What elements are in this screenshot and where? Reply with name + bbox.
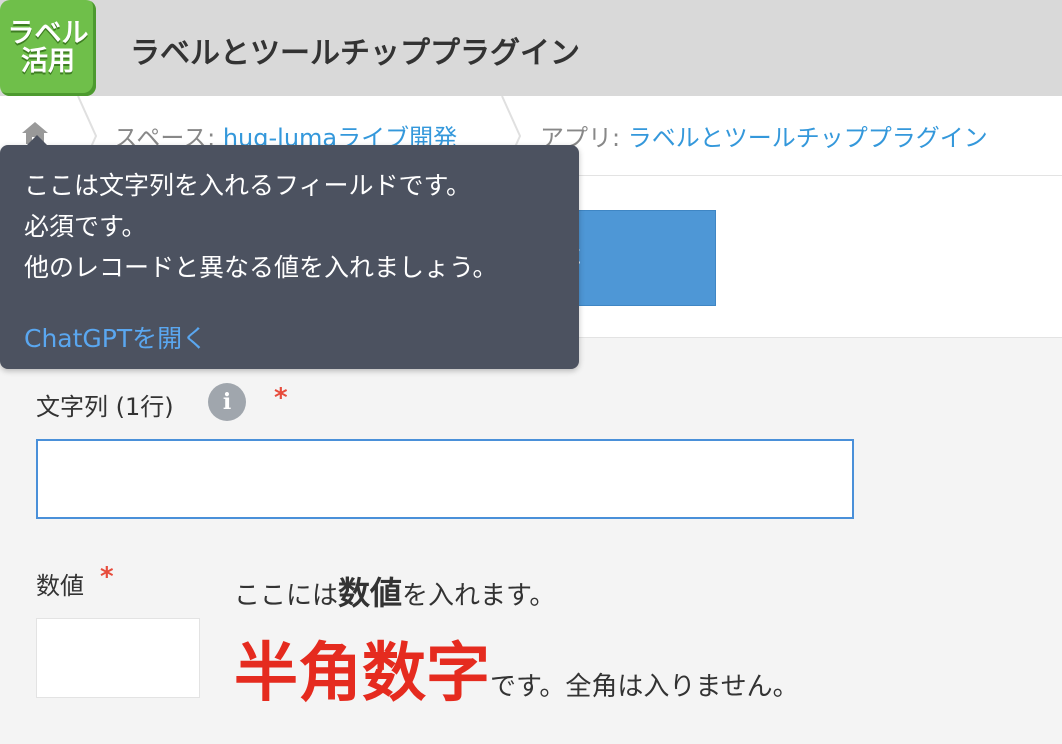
tooltip-line: 必須です。 [24,212,147,241]
number-field-note: 半角数字です。全角は入りません。 [234,622,799,714]
tooltip-line: 他のレコードと異なる値を入れましょう。 [24,253,498,282]
field-tooltip: ここは文字列を入れるフィールドです。 必須です。 他のレコードと異なる値を入れま… [0,135,579,369]
number-field-input[interactable] [36,618,200,698]
app-root: ラベル 活用 ラベルとツールチッププラグイン スペース: hug-lumaライブ… [0,0,1062,744]
note-emphasis: 半角数字 [234,637,490,711]
app-title: ラベルとツールチッププラグイン [130,36,580,71]
text-field-label-text: 文字列 (1行) [36,393,174,421]
breadcrumb-app-link[interactable]: ラベルとツールチッププラグイン [628,124,988,152]
tooltip-arrow [27,135,47,145]
desc-bold: 数値 [338,574,403,612]
breadcrumb-app: アプリ: ラベルとツールチッププラグイン [540,118,988,153]
app-header: ラベル 活用 ラベルとツールチッププラグイン [0,0,1062,96]
app-icon-line2: 活用 [21,46,75,77]
text-field-input[interactable] [36,439,854,519]
app-icon: ラベル 活用 [0,0,96,96]
note-suffix: です。全角は入りません。 [490,672,799,702]
text-field-label: 文字列 (1行) [36,387,174,422]
number-field-label: 数値 [36,566,84,601]
desc-prefix: ここには [234,581,339,611]
app-icon-line1: ラベル [7,17,89,49]
number-field-description: ここには数値を入れます。 [234,568,555,614]
info-icon[interactable]: i [208,383,246,421]
tooltip-line: ここは文字列を入れるフィールドです。 [24,171,472,200]
chatgpt-link[interactable]: ChatGPTを開く [24,319,207,355]
required-mark: * [100,562,114,592]
desc-suffix: を入れます。 [402,581,556,611]
required-mark: * [274,383,288,413]
number-field-label-text: 数値 [36,572,84,600]
